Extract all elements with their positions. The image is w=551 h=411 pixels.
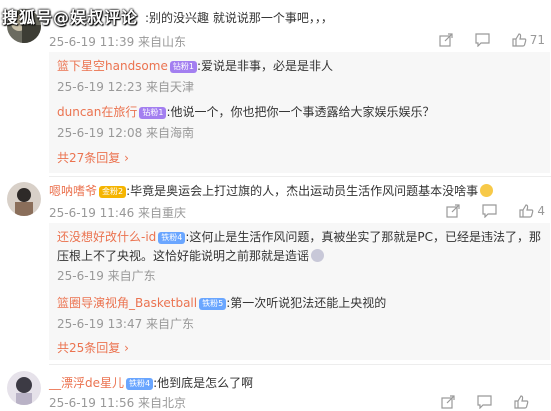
comment-actions: 71	[417, 33, 545, 47]
comment-body: 嗯呐嗜爷 金粉2:毕竟是奥运会上打过旗的人，杰出运动员生活作风问题基本没啥事	[49, 183, 494, 199]
share-icon[interactable]	[446, 204, 460, 218]
reply-meta: 25-6-19 来自广东	[57, 269, 156, 283]
avatar[interactable]	[7, 371, 41, 405]
like-count: 4	[537, 204, 545, 218]
reply-1: 篮下星空handsome 钻粉1:爱说是非事，必是是非人	[57, 58, 333, 74]
chevron-right-icon: ›	[120, 341, 129, 355]
reply-meta: 25-6-19 12:08 来自海南	[57, 126, 195, 140]
comment-icon[interactable]	[475, 33, 490, 47]
comment-icon[interactable]	[477, 395, 492, 409]
reply-text: :爱说是非事，必是是非人	[196, 59, 333, 73]
reply-username[interactable]: 篮圈导演视角_Basketball	[57, 296, 197, 310]
comment-meta: 25-6-19 11:39 来自山东	[49, 35, 187, 49]
reply-2: duncan在旅行 钻粉1:他说一个，你也把你一个事透露给大家娱乐娱乐？	[57, 104, 435, 120]
reply-text-cont: 压根上不了央视。这恰好能说明之前那就是造谣	[57, 249, 310, 263]
comment-text: :毕竟是奥运会上打过旗的人，杰出运动员生活作风问题基本没啥事	[126, 184, 479, 198]
fan-badge: 钻粉1	[139, 107, 167, 119]
fan-badge: 铁粉4	[126, 378, 154, 390]
comment-actions	[419, 395, 529, 409]
reply-text: :他说一个，你也把你一个事透露给大家娱乐娱乐？	[166, 105, 435, 119]
more-replies-link[interactable]: 共25条回复 ›	[57, 340, 129, 356]
divider	[49, 176, 551, 177]
reply-text: :这何止是生活作风问题，真被坐实了那就是PC，已经是违法了，那	[185, 230, 542, 244]
emoji-icon	[311, 249, 325, 262]
reply-box: 还没想好改什么-id 铁粉4:这何止是生活作风问题，真被坐实了那就是PC，已经是违…	[49, 223, 550, 360]
like-icon[interactable]	[514, 395, 529, 409]
watermark: 搜狐号@娱叔评论	[2, 8, 139, 27]
comment-icon[interactable]	[482, 204, 497, 218]
reply-username[interactable]: duncan在旅行	[57, 105, 137, 119]
emoji-icon	[480, 184, 494, 197]
divider	[49, 364, 551, 365]
comment-text: :别的没兴趣 就说说那一个事吧，，，	[145, 11, 333, 25]
reply-2: 篮圈导演视角_Basketball 铁粉5:第一次听说犯法还能上央视的	[57, 295, 386, 311]
comment-body: __漂浮de星儿 铁粉4:他到底是怎么了啊	[49, 375, 253, 391]
like-count: 71	[529, 33, 545, 47]
like-icon[interactable]	[512, 33, 527, 47]
avatar[interactable]	[7, 182, 41, 216]
comment-username[interactable]: 嗯呐嗜爷	[49, 184, 97, 198]
comment-text: :他到底是怎么了啊	[153, 376, 254, 390]
more-replies-label: 共25条回复	[57, 341, 121, 355]
reply-text: :第一次听说犯法还能上央视的	[226, 296, 387, 310]
fan-badge: 钻粉1	[169, 61, 197, 73]
reply-meta: 25-6-19 13:47 来自广东	[57, 317, 195, 331]
reply-meta: 25-6-19 12:23 来自天津	[57, 80, 195, 94]
fan-badge: 铁粉4	[158, 232, 186, 244]
reply-username[interactable]: 还没想好改什么-id	[57, 230, 156, 244]
fan-badge: 铁粉5	[199, 298, 227, 310]
reply-box: 篮下星空handsome 钻粉1:爱说是非事，必是是非人 25-6-19 12:2…	[49, 52, 550, 173]
share-icon[interactable]	[439, 33, 453, 47]
comment-meta: 25-6-19 11:56 来自北京	[49, 396, 187, 410]
more-replies-label: 共27条回复	[57, 151, 121, 165]
reply-username[interactable]: 篮下星空handsome	[57, 59, 168, 73]
share-icon[interactable]	[441, 395, 455, 409]
chevron-right-icon: ›	[120, 151, 129, 165]
reply-1-cont: 压根上不了央视。这恰好能说明之前那就是造谣	[57, 248, 325, 264]
more-replies-link[interactable]: 共27条回复 ›	[57, 150, 129, 166]
comment-username[interactable]: __漂浮de星儿	[49, 376, 124, 390]
fan-badge: 金粉2	[99, 186, 127, 198]
like-icon[interactable]	[519, 204, 534, 218]
comment-actions: 4	[424, 204, 545, 218]
comment-meta: 25-6-19 11:46 来自重庆	[49, 206, 187, 220]
reply-1: 还没想好改什么-id 铁粉4:这何止是生活作风问题，真被坐实了那就是PC，已经是违…	[57, 229, 541, 245]
